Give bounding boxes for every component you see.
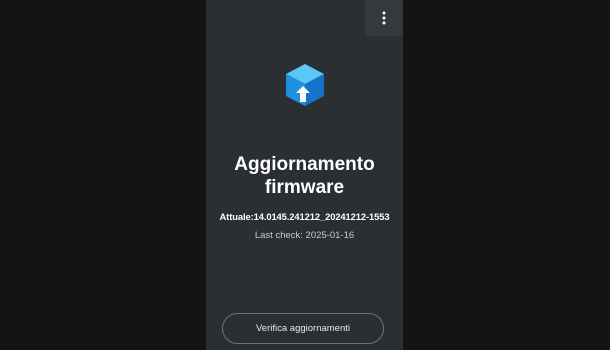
firmware-update-cube-icon [282, 60, 328, 110]
current-version-text: Attuale:14.0145.241212_20241212-1553 [219, 211, 390, 222]
page-title: Aggiornamento firmware [206, 153, 403, 199]
check-updates-button[interactable]: Verifica aggiornamenti [222, 313, 384, 344]
check-updates-label: Verifica aggiornamenti [256, 323, 350, 334]
last-check-text: Last check: 2025-01-16 [254, 230, 355, 241]
overflow-menu-button[interactable] [365, 0, 403, 36]
firmware-update-screen: Aggiornamento firmware Attuale:14.0145.2… [206, 0, 403, 350]
more-vert-icon [382, 11, 386, 25]
title-line-1: Aggiornamento [234, 154, 375, 175]
title-line-2: firmware [264, 177, 345, 198]
